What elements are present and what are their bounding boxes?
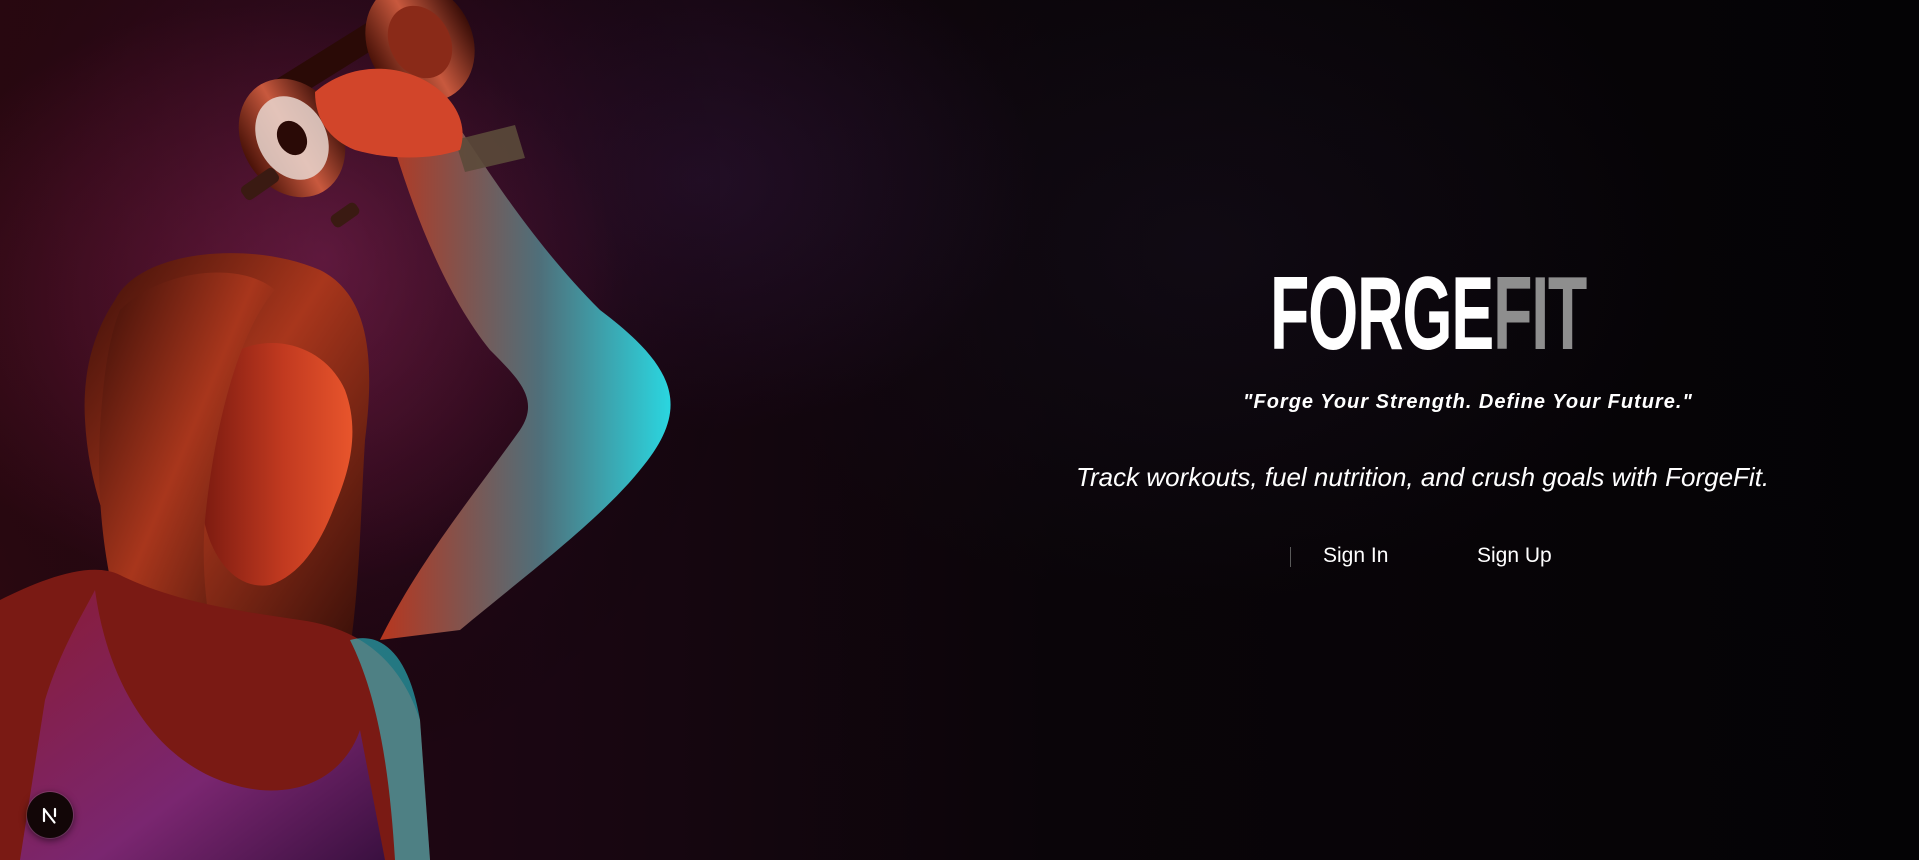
tagline: "Forge Your Strength. Define Your Future… <box>1243 391 1693 413</box>
logo-fit-text: FIT <box>1493 256 1587 372</box>
hero-subtitle: Track workouts, fuel nutrition, and crus… <box>1076 462 1770 492</box>
auth-divider <box>1290 547 1291 567</box>
sign-up-link[interactable]: Sign Up <box>1477 541 1552 571</box>
logo-forge-text: FORGE <box>1270 256 1494 372</box>
sign-in-link[interactable]: Sign In <box>1323 541 1388 571</box>
forgefit-logo: FORGEFIT <box>1270 262 1587 366</box>
nextjs-dev-badge[interactable] <box>27 792 73 838</box>
landing-page: FORGEFIT "Forge Your Strength. Define Yo… <box>0 0 1919 860</box>
hero-content: FORGEFIT "Forge Your Strength. Define Yo… <box>0 0 1919 860</box>
nextjs-n-icon <box>42 807 57 824</box>
